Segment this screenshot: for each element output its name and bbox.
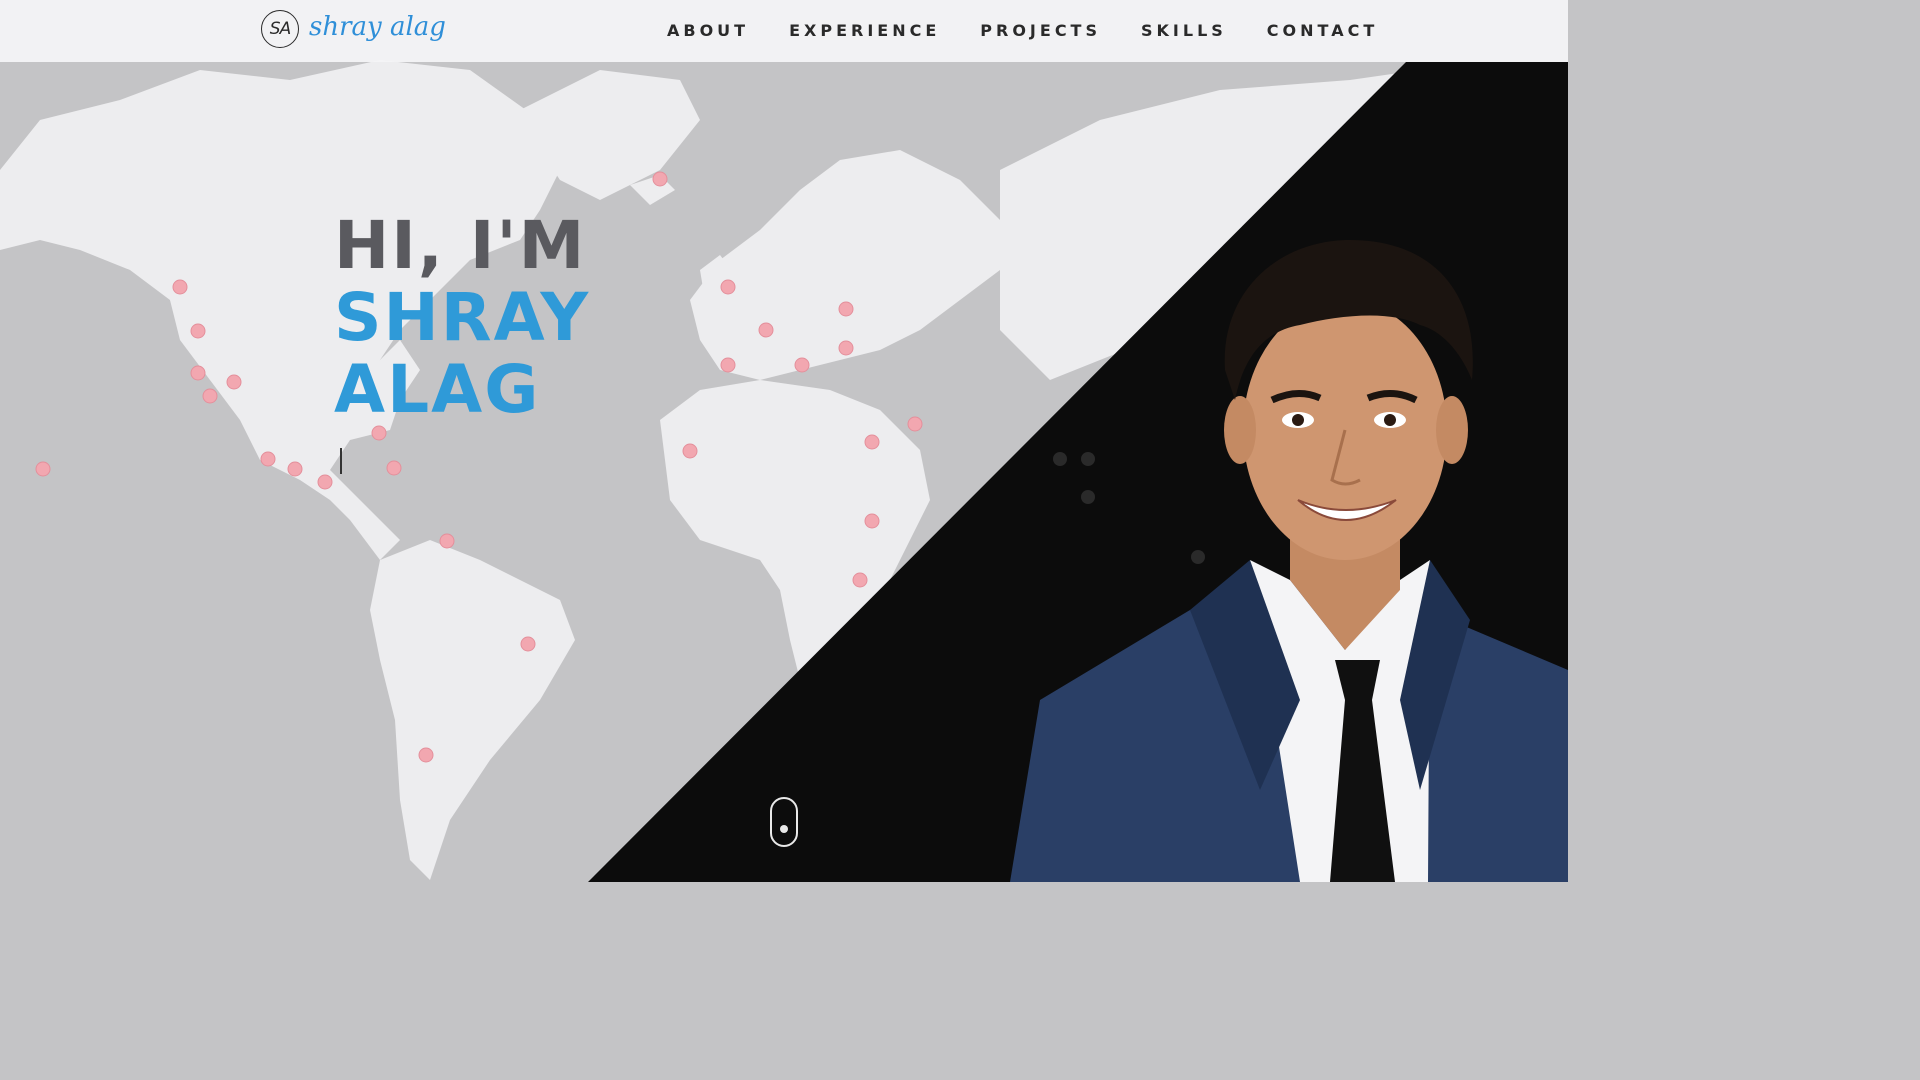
nav-contact[interactable]: CONTACT: [1267, 18, 1378, 44]
last-name: ALAG: [334, 351, 541, 428]
typing-cursor: [340, 448, 342, 474]
site-header: SA shray alag ABOUT EXPERIENCE PROJECTS …: [0, 0, 1568, 62]
hero-section: HI, I'M SHRAY ALAG: [0, 0, 1568, 882]
first-name: SHRAY: [334, 279, 591, 356]
logo-text: shray alag: [309, 12, 446, 42]
hero-greeting: HI, I'M SHRAY ALAG: [334, 210, 590, 426]
nav-about[interactable]: ABOUT: [667, 18, 749, 44]
scroll-dot: [780, 825, 788, 833]
main-nav: ABOUT EXPERIENCE PROJECTS SKILLS CONTACT: [667, 18, 1378, 44]
greeting-text: HI, I'M: [334, 207, 587, 284]
profile-portrait: [1010, 240, 1568, 882]
mouse-scroll-icon[interactable]: [770, 797, 798, 847]
site-logo[interactable]: SA shray alag: [261, 10, 446, 48]
nav-projects[interactable]: PROJECTS: [980, 18, 1101, 44]
nav-experience[interactable]: EXPERIENCE: [789, 18, 940, 44]
logo-monogram: SA: [261, 10, 299, 48]
nav-skills[interactable]: SKILLS: [1141, 18, 1227, 44]
